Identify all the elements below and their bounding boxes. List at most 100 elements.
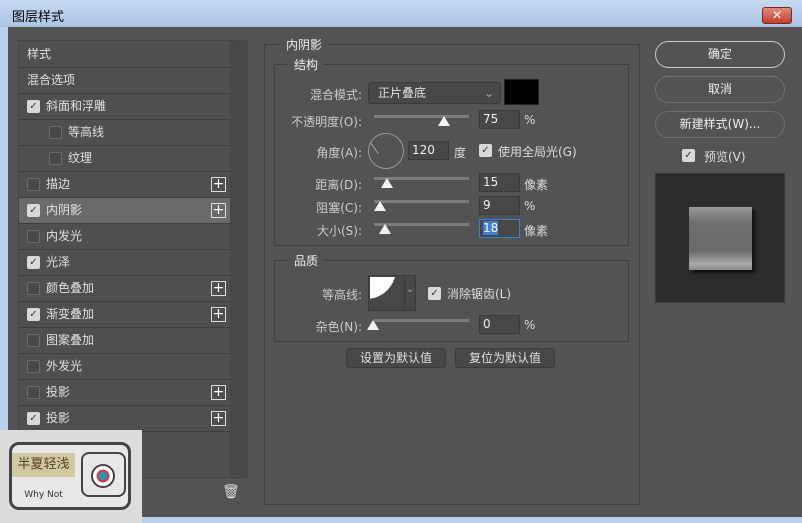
style-checkbox[interactable] — [27, 178, 40, 191]
angle-label: 角度(A): — [316, 146, 362, 160]
style-item-label: 渐变叠加 — [46, 307, 95, 321]
style-checkbox[interactable]: ✓ — [27, 204, 40, 217]
panel-title: 内阴影 — [280, 36, 329, 53]
distance-unit: 像素 — [524, 178, 549, 192]
style-item-label: 投影 — [46, 385, 71, 399]
contour-preview — [370, 277, 403, 309]
style-list-item[interactable]: 投影 + — [19, 380, 230, 406]
preview-label: 预览(V) — [704, 150, 746, 164]
structure-title: 结构 — [288, 56, 325, 73]
scrollbar[interactable] — [230, 41, 246, 476]
style-checkbox[interactable] — [27, 282, 40, 295]
noise-slider-track[interactable] — [374, 319, 469, 322]
choke-label: 阻塞(C): — [316, 201, 362, 215]
style-checkbox[interactable] — [27, 386, 40, 399]
style-checkbox[interactable] — [49, 152, 62, 165]
size-input[interactable]: 18 — [479, 219, 520, 238]
style-list-item[interactable]: ✓ 斜面和浮雕 — [19, 94, 230, 120]
size-label: 大小(S): — [316, 224, 362, 238]
preview-checkbox[interactable]: ✓ — [682, 149, 695, 162]
style-list-item[interactable]: 描边 + — [19, 172, 230, 198]
title-bar — [0, 0, 802, 27]
style-checkbox[interactable]: ✓ — [27, 256, 40, 269]
style-checkbox[interactable] — [49, 126, 62, 139]
style-item-label: 内发光 — [46, 229, 83, 243]
size-value: 18 — [483, 221, 499, 235]
quality-title: 品质 — [288, 252, 325, 269]
add-effect-icon[interactable]: + — [211, 307, 226, 322]
choke-slider-track[interactable] — [374, 200, 469, 203]
style-checkbox[interactable] — [27, 230, 40, 243]
blend-mode-label: 混合模式: — [309, 88, 362, 102]
noise-slider-thumb[interactable] — [367, 320, 379, 330]
choke-unit: % — [524, 199, 536, 213]
style-checkbox[interactable]: ✓ — [27, 100, 40, 113]
style-list-item[interactable]: 图案叠加 — [19, 328, 230, 354]
noise-input[interactable]: 0 — [479, 315, 520, 334]
style-item-label: 投影 — [46, 411, 71, 425]
trash-icon[interactable]: 🗑 — [222, 484, 240, 500]
shadow-color-swatch[interactable] — [504, 79, 539, 105]
style-item-label: 内阴影 — [46, 203, 83, 217]
chevron-down-icon: ⌄ — [483, 86, 494, 100]
new-style-button[interactable]: 新建样式(W)... — [655, 111, 785, 138]
style-list-item[interactable]: 等高线 — [19, 120, 230, 146]
choke-slider-thumb[interactable] — [374, 201, 386, 211]
add-effect-icon[interactable]: + — [211, 203, 226, 218]
angle-unit: 度 — [454, 146, 467, 160]
style-item-label: 斜面和浮雕 — [46, 99, 107, 113]
make-default-button[interactable]: 设置为默认值 — [346, 348, 446, 368]
add-effect-icon[interactable]: + — [211, 281, 226, 296]
add-effect-icon[interactable]: + — [211, 177, 226, 192]
reset-default-button[interactable]: 复位为默认值 — [455, 348, 555, 368]
add-effect-icon[interactable]: + — [211, 385, 226, 400]
contour-picker[interactable]: ⌄ — [368, 275, 416, 311]
angle-dial[interactable] — [368, 133, 404, 169]
style-list-item[interactable]: ✓ 渐变叠加 + — [19, 302, 230, 328]
style-item-label: 等高线 — [68, 125, 105, 139]
noise-unit: % — [524, 318, 536, 332]
preview-thumbnail — [655, 173, 785, 303]
size-slider-thumb[interactable] — [379, 224, 391, 234]
style-item-label: 外发光 — [46, 359, 83, 373]
add-effect-icon[interactable]: + — [211, 411, 226, 426]
style-list-item[interactable]: 内发光 — [19, 224, 230, 250]
blend-mode-select[interactable]: 正片叠底 ⌄ — [368, 82, 501, 104]
opacity-input[interactable]: 75 — [479, 110, 520, 129]
style-item-label: 描边 — [46, 177, 71, 191]
angle-input[interactable]: 120 — [408, 141, 449, 160]
anti-alias-checkbox[interactable]: ✓ — [428, 287, 441, 300]
close-button[interactable]: ✕ — [762, 7, 792, 24]
style-item-label: 光泽 — [46, 255, 71, 269]
style-list-item[interactable]: 样式 — [19, 42, 230, 68]
style-checkbox[interactable] — [27, 360, 40, 373]
chevron-down-icon: ⌄ — [406, 284, 415, 295]
distance-input[interactable]: 15 — [479, 173, 520, 192]
camera-logo-icon — [81, 452, 126, 497]
style-list-item[interactable]: 颜色叠加 + — [19, 276, 230, 302]
window-title: 图层样式 — [12, 10, 65, 25]
style-list-item[interactable]: ✓ 光泽 — [19, 250, 230, 276]
blend-mode-value: 正片叠底 — [378, 86, 427, 100]
style-list-item[interactable]: ✓ 内阴影 + — [19, 198, 230, 224]
style-item-label: 图案叠加 — [46, 333, 95, 347]
distance-label: 距离(D): — [315, 178, 362, 192]
choke-input[interactable]: 9 — [479, 196, 520, 215]
size-unit: 像素 — [524, 224, 549, 238]
global-light-label: 使用全局光(G) — [498, 145, 577, 159]
style-list-item[interactable]: 外发光 — [19, 354, 230, 380]
opacity-slider-track[interactable] — [374, 115, 469, 118]
style-list-item[interactable]: ✓ 投影 + — [19, 406, 230, 432]
opacity-slider-thumb[interactable] — [438, 116, 450, 126]
style-item-label: 纹理 — [68, 151, 93, 165]
global-light-checkbox[interactable]: ✓ — [479, 144, 492, 157]
distance-slider-thumb[interactable] — [381, 178, 393, 188]
style-list-item[interactable]: 纹理 — [19, 146, 230, 172]
style-checkbox[interactable]: ✓ — [27, 308, 40, 321]
ok-button[interactable]: 确定 — [655, 41, 785, 68]
style-checkbox[interactable]: ✓ — [27, 412, 40, 425]
cancel-button[interactable]: 取消 — [655, 76, 785, 103]
style-list-item[interactable]: 混合选项 — [19, 68, 230, 94]
anti-alias-label: 消除锯齿(L) — [447, 287, 512, 301]
style-checkbox[interactable] — [27, 334, 40, 347]
